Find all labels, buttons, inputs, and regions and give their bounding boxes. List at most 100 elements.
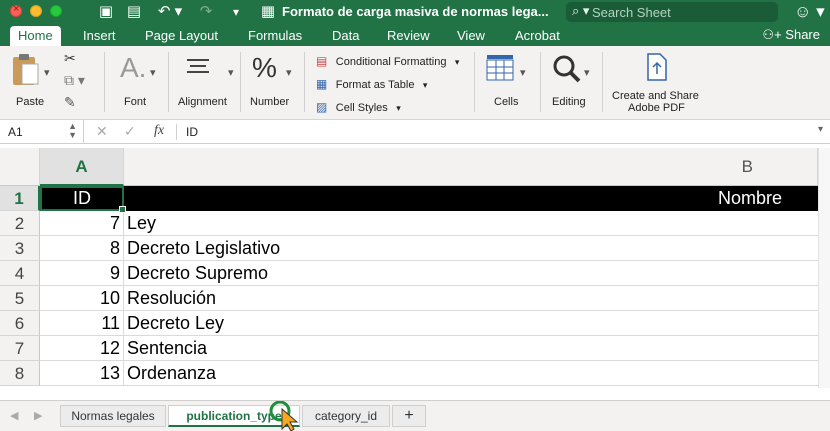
sidebar-toggle-icon[interactable]: ▣ (96, 3, 116, 21)
editing-dropdown-icon[interactable]: ▾ (584, 66, 590, 79)
cell-id[interactable]: 7 (40, 211, 124, 236)
previous-sheet-icon[interactable]: ◀ (10, 409, 18, 422)
undo-icon[interactable]: ↶ ▾ (155, 3, 185, 21)
tab-formulas[interactable]: Formulas (240, 26, 310, 46)
cell-id[interactable]: 11 (40, 311, 124, 336)
row-header[interactable]: 8 (0, 361, 40, 386)
formula-divider (176, 124, 177, 140)
number-button[interactable]: % Number (246, 52, 296, 112)
percent-icon: % (252, 52, 277, 83)
chevron-down-icon: ▾ (396, 103, 401, 113)
magnifier-icon (553, 55, 581, 83)
tab-insert[interactable]: Insert (75, 26, 124, 46)
cancel-entry-icon[interactable]: ✕ (96, 123, 108, 140)
formula-expand-icon[interactable]: ▾ (818, 124, 823, 135)
name-box[interactable]: A1 ▲ ▼ (0, 120, 84, 143)
confirm-entry-icon[interactable]: ✓ (124, 123, 136, 140)
header-cell-id[interactable]: ID (40, 186, 124, 211)
customize-toolbar-icon[interactable]: ▾ (228, 3, 244, 21)
editing-button[interactable]: Editing (548, 52, 594, 112)
add-sheet-button[interactable]: + (392, 405, 426, 427)
cell-id[interactable]: 10 (40, 286, 124, 311)
font-dropdown-icon[interactable]: ▾ (150, 66, 156, 79)
tab-review[interactable]: Review (379, 26, 438, 46)
search-input[interactable] (592, 4, 772, 20)
cell-name[interactable]: Resolución (124, 286, 818, 311)
font-label: Font (124, 96, 147, 108)
row-header[interactable]: 3 (0, 236, 40, 261)
format-as-table-label: Format as Table (335, 79, 415, 91)
row-header[interactable]: 1 (0, 186, 40, 211)
worksheet-grid[interactable]: A B 1 ID Nombre 2 7 Ley 3 8 Decreto Legi… (0, 148, 818, 388)
alignment-button[interactable]: Alignment (176, 52, 232, 112)
select-all-corner[interactable] (0, 148, 40, 186)
alignment-dropdown-icon[interactable]: ▾ (228, 66, 234, 79)
cell-id[interactable]: 9 (40, 261, 124, 286)
cells-label: Cells (494, 96, 519, 108)
column-header-b[interactable]: B (124, 148, 818, 186)
cell-id[interactable]: 12 (40, 336, 124, 361)
font-button[interactable]: A. Font (114, 52, 160, 112)
search-sheet[interactable]: ⌕ ▾ (566, 2, 778, 22)
cells-dropdown-icon[interactable]: ▾ (520, 66, 526, 79)
cell-name[interactable]: Ordenanza (124, 361, 818, 386)
paste-dropdown-icon[interactable]: ▾ (44, 66, 50, 79)
tab-view[interactable]: View (449, 26, 493, 46)
window-zoom-button[interactable] (50, 5, 62, 17)
sheet-tab-normas-legales[interactable]: Normas legales (60, 405, 166, 427)
row-header[interactable]: 7 (0, 336, 40, 361)
tab-acrobat[interactable]: Acrobat (507, 26, 568, 46)
adobe-label-line1: Create and Share (612, 90, 699, 102)
font-icon: A. (120, 52, 147, 83)
column-header-a[interactable]: A (40, 148, 124, 186)
tab-page-layout[interactable]: Page Layout (137, 26, 226, 46)
search-icon: ⌕ ▾ (572, 3, 590, 18)
create-share-adobe-pdf-button[interactable]: Create and Share Adobe PDF (608, 52, 704, 116)
share-button[interactable]: ⚇+ Share (762, 26, 820, 44)
conditional-formatting-button[interactable]: ▤ Conditional Formatting ▾ (316, 52, 459, 68)
cell-name[interactable]: Sentencia (124, 336, 818, 361)
tab-data[interactable]: Data (324, 26, 367, 46)
cell-name[interactable]: Decreto Supremo (124, 261, 818, 286)
row-header[interactable]: 5 (0, 286, 40, 311)
cell-id[interactable]: 8 (40, 236, 124, 261)
next-sheet-icon[interactable]: ▶ (34, 409, 42, 422)
alignment-label: Alignment (178, 96, 227, 108)
number-label: Number (250, 96, 290, 108)
number-dropdown-icon[interactable]: ▾ (286, 66, 292, 79)
cell-name[interactable]: Ley (124, 211, 818, 236)
clipboard-icon (13, 54, 39, 85)
cell-name[interactable]: Decreto Ley (124, 311, 818, 336)
format-as-table-icon: ▦ (316, 77, 328, 91)
window-minimize-button[interactable] (30, 5, 42, 17)
cells-button[interactable]: Cells (484, 52, 530, 112)
header-cell-nombre[interactable]: Nombre (124, 186, 818, 211)
row-header[interactable]: 2 (0, 211, 40, 236)
alignment-icon (187, 59, 209, 73)
paste-button[interactable]: Paste (8, 52, 52, 112)
copy-icon[interactable]: ⧉ ▾ (64, 72, 85, 89)
save-icon[interactable]: ▤ (124, 3, 144, 21)
vertical-scrollbar[interactable] (818, 148, 830, 388)
name-box-stepper-icon[interactable]: ▲ ▼ (68, 122, 77, 140)
title-bar: ▣ ▤ ↶ ▾ ↷ ▾ ▦ Formato de carga masiva de… (0, 0, 830, 24)
document-title: Formato de carga masiva de normas lega..… (282, 4, 549, 19)
insert-function-icon[interactable]: fx (154, 123, 164, 139)
feedback-smiley-icon[interactable]: ☺ ▾ (794, 2, 825, 22)
name-box-value: A1 (8, 125, 23, 139)
adobe-label-line2: Adobe PDF (628, 102, 685, 114)
chevron-down-icon: ▾ (454, 57, 460, 67)
redo-icon: ↷ (199, 3, 213, 20)
row-header[interactable]: 4 (0, 261, 40, 286)
formula-input[interactable]: ID (186, 125, 198, 139)
format-painter-icon[interactable]: ✎ (64, 94, 76, 111)
cell-id[interactable]: 13 (40, 361, 124, 386)
tab-home[interactable]: Home (10, 26, 61, 46)
format-as-table-button[interactable]: ▦ Format as Table ▾ (316, 75, 427, 91)
window-close-button[interactable] (10, 3, 22, 17)
cut-icon[interactable]: ✂ (64, 50, 76, 67)
cell-styles-button[interactable]: ▨ Cell Styles ▾ (316, 98, 401, 114)
sheet-tab-category-id[interactable]: category_id (302, 405, 390, 427)
cell-name[interactable]: Decreto Legislativo (124, 236, 818, 261)
row-header[interactable]: 6 (0, 311, 40, 336)
